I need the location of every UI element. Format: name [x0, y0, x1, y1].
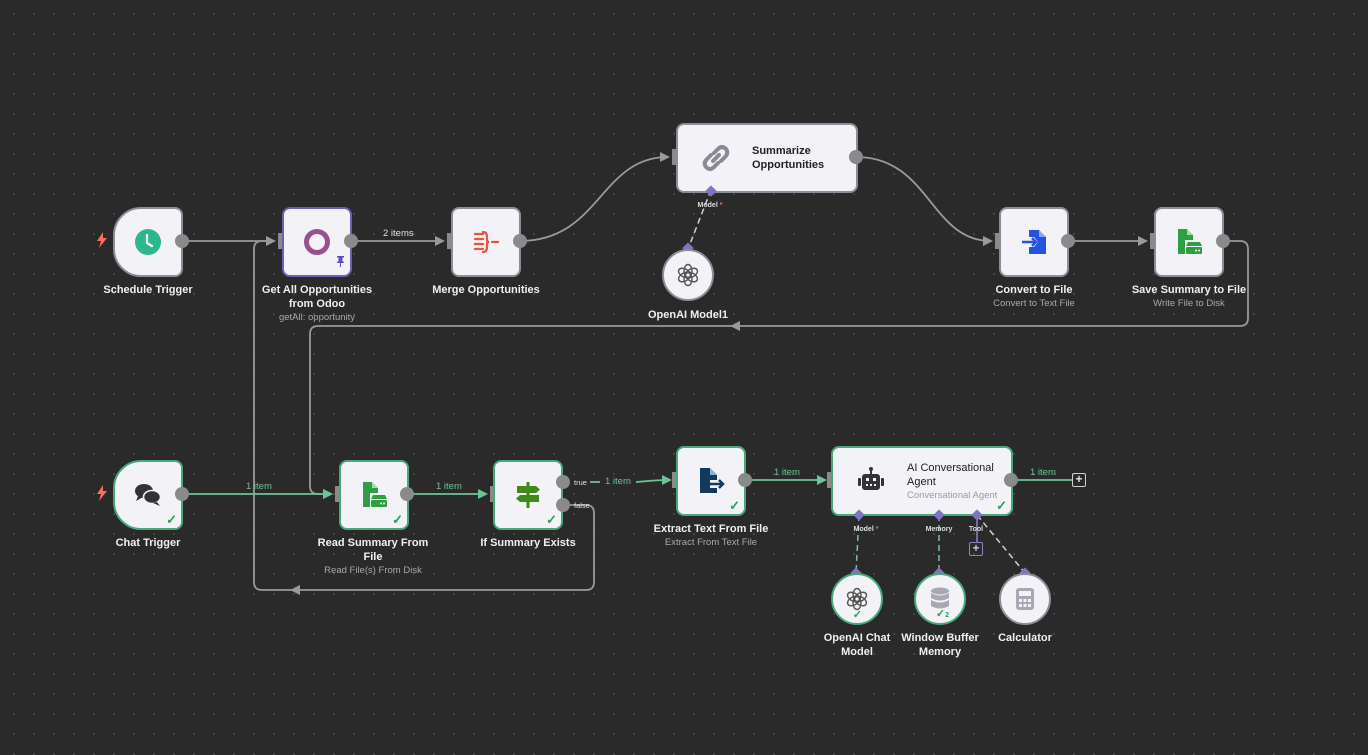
success-check-icon: ✓ [852, 609, 862, 621]
file-convert-icon [1016, 224, 1052, 260]
output-handle[interactable] [849, 150, 863, 164]
node-chat-trigger[interactable]: ✓ [113, 460, 183, 530]
trigger-bolt-icon [96, 485, 108, 504]
node-schedule-trigger[interactable] [113, 207, 183, 277]
node-label: Save Summary to File Write File to Disk [1131, 284, 1247, 309]
connections-layer [182, 152, 1249, 595]
chain-link-icon [698, 140, 734, 176]
node-window-buffer-memory[interactable]: ✓2 [914, 573, 966, 625]
node-title: Agent [907, 475, 936, 488]
port-label-model: Model * [853, 526, 879, 533]
node-label: Extract Text From File Extract From Text… [653, 523, 769, 548]
node-title: AI Conversational [907, 461, 994, 474]
signpost-icon [510, 477, 546, 513]
file-disk-icon [1171, 224, 1207, 260]
output-handle[interactable] [344, 234, 358, 248]
port-label-model: Model * [697, 202, 723, 209]
edge-count-label: 1 item [774, 467, 800, 478]
edge-summarize-to-convert[interactable] [855, 156, 993, 246]
success-check-icon: ✓2 [935, 608, 949, 620]
edge-count-label: 1 item [246, 481, 272, 492]
output-handle[interactable] [1061, 234, 1075, 248]
node-summarize-opportunities[interactable]: Summarize Opportunities [676, 123, 858, 193]
success-check-icon: ✓ [729, 498, 740, 513]
node-get-opportunities[interactable] [282, 207, 352, 277]
openai-icon [670, 257, 706, 293]
add-tool-button[interactable]: + [969, 542, 983, 556]
edge-arrow-midpoint [290, 585, 300, 595]
node-label: If Summary Exists [480, 537, 576, 549]
success-check-icon: ✓ [166, 512, 177, 527]
node-subtitle: Conversational Agent [907, 489, 998, 501]
node-title: Summarize [752, 145, 811, 157]
node-openai-model1[interactable] [662, 249, 714, 301]
clock-icon [130, 224, 166, 260]
node-save-summary[interactable] [1154, 207, 1224, 277]
output-handle-true[interactable] [556, 475, 570, 489]
node-label: Convert to File Convert to Text File [993, 284, 1075, 309]
node-convert-to-file[interactable] [999, 207, 1069, 277]
edge-openai1-to-summarize[interactable] [687, 189, 712, 250]
success-check-icon: ✓ [996, 498, 1007, 513]
edge-merge-to-summarize[interactable] [519, 152, 670, 242]
port-label-memory: Memory [925, 526, 953, 533]
node-label: Window Buffer Memory [901, 632, 979, 658]
edge-count-label: 2 items [383, 228, 414, 239]
trigger-bolt-icon [96, 232, 108, 251]
edge-calculator-to-agent[interactable] [976, 514, 1026, 574]
success-check-icon: ✓ [546, 512, 557, 527]
edge-save-to-read[interactable] [309, 240, 1249, 499]
output-handle-false[interactable] [556, 498, 570, 512]
output-label-false: false [574, 501, 590, 510]
output-handle[interactable] [175, 487, 189, 501]
edge-chatmodel-to-agent[interactable] [855, 514, 860, 574]
calculator-icon [1007, 581, 1043, 617]
success-check-icon: ✓ [392, 512, 403, 527]
edge-arrow-midpoint [730, 321, 740, 331]
output-handle[interactable] [738, 473, 752, 487]
odoo-icon [299, 224, 335, 260]
node-label: OpenAI Model1 [647, 309, 729, 321]
node-calculator[interactable] [999, 573, 1051, 625]
output-handle[interactable] [1216, 234, 1230, 248]
node-read-summary[interactable]: ✓ [339, 460, 409, 530]
node-label: Get All Opportunities from Odoo getAll: … [261, 284, 373, 323]
node-ai-agent[interactable]: AI Conversational Agent Conversational A… [831, 446, 1013, 516]
node-extract-text[interactable]: ✓ [676, 446, 746, 516]
file-export-icon [693, 463, 729, 499]
node-label: OpenAI Chat Model [823, 632, 891, 658]
output-handle[interactable] [400, 487, 414, 501]
edge-count-label: 1 item [436, 481, 462, 492]
chat-bubbles-icon [130, 477, 166, 513]
node-label: Chat Trigger [115, 537, 181, 549]
port-label-tool: Tool [968, 526, 984, 533]
node-label: Calculator [998, 632, 1052, 644]
node-title: Opportunities [752, 159, 825, 171]
node-if-summary-exists[interactable]: ✓ [493, 460, 563, 530]
node-label: Read Summary From File Read File(s) From… [317, 537, 429, 576]
edge-count-label: 1 item [1030, 467, 1056, 478]
output-label-true: true [574, 478, 587, 487]
robot-icon [853, 463, 889, 499]
node-label: Schedule Trigger [103, 284, 193, 296]
output-handle[interactable] [513, 234, 527, 248]
node-merge-opportunities[interactable] [451, 207, 521, 277]
merge-icon [468, 224, 504, 260]
node-openai-chat-model[interactable]: ✓ [831, 573, 883, 625]
node-label: Merge Opportunities [432, 284, 540, 296]
output-handle[interactable] [1004, 473, 1018, 487]
pin-icon [336, 254, 345, 272]
edge-count-label: 1 item [605, 476, 631, 487]
file-disk-icon [356, 477, 392, 513]
add-node-button[interactable]: + [1072, 473, 1086, 487]
output-handle[interactable] [175, 234, 189, 248]
